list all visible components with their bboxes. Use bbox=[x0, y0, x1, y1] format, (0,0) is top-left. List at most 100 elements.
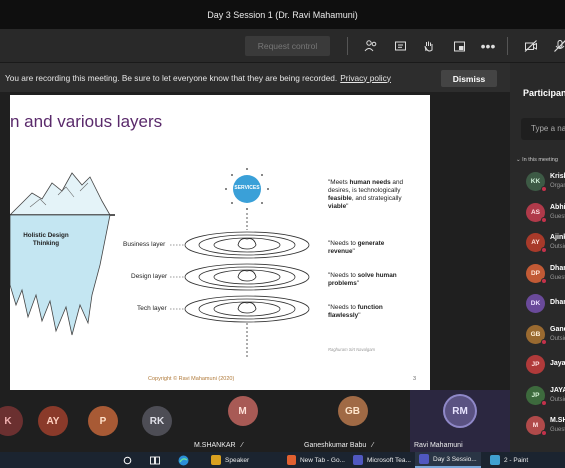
participant-tile[interactable]: RM Ravi Mahamuni bbox=[410, 390, 510, 452]
edge-browser-icon[interactable] bbox=[178, 452, 189, 468]
teams-meeting-window: Day 3 Session 1 (Dr. Ravi Mahamuni) Requ… bbox=[0, 0, 565, 468]
task-view-icon[interactable] bbox=[150, 452, 160, 468]
participants-panel: Participants Type a name ⌄ In this meeti… bbox=[510, 63, 565, 452]
iceberg-tip bbox=[10, 172, 111, 216]
participant-role: Guest bbox=[550, 274, 565, 281]
participant-name: M.SHANKAR ⁄ bbox=[194, 442, 243, 449]
participant-avatar[interactable]: P bbox=[88, 406, 118, 436]
image-credit: Raghuram Sirt Navalgam bbox=[328, 347, 376, 352]
participant-name: Abhishek bbox=[550, 203, 565, 211]
participant-name: M.SHANKAR bbox=[550, 417, 565, 424]
participant-name: Ravi Mahamuni bbox=[414, 442, 463, 449]
status-dot bbox=[541, 430, 547, 436]
slide-quote: "Needs to solve human problems" bbox=[328, 272, 397, 287]
slide-footer: Copyright © Ravi Mahamuni (2020) bbox=[148, 376, 235, 382]
participant-role: Outside bbox=[550, 396, 565, 403]
mic-off-icon[interactable] bbox=[551, 37, 565, 55]
taskbar-item-label: New Tab - Go... bbox=[299, 456, 345, 464]
participant-list-item[interactable]: GBGaneshkumarOutside bbox=[510, 322, 565, 350]
share-tray-icon[interactable] bbox=[450, 37, 468, 55]
app-icon bbox=[287, 455, 296, 465]
participant-search-input[interactable]: Type a name bbox=[521, 118, 565, 140]
slide-quote: "Needs to generate revenue" bbox=[328, 240, 385, 255]
taskbar-item[interactable]: Microsoft Tea... bbox=[349, 452, 411, 468]
taskbar-item-label: 2 - Paint bbox=[504, 456, 529, 464]
window-title: Day 3 Session 1 (Dr. Ravi Mahamuni) bbox=[207, 9, 358, 20]
windows-taskbar: Speaker New Tab - Go... Microsoft Tea... Da… bbox=[0, 452, 565, 468]
participants-icon[interactable] bbox=[362, 37, 380, 55]
app-icon bbox=[490, 455, 500, 465]
taskbar-item-label: Day 3 Sessio... bbox=[433, 455, 477, 463]
app-icon bbox=[419, 454, 429, 464]
status-dot bbox=[541, 247, 547, 253]
participant-avatar: M bbox=[227, 396, 258, 426]
layer-label: Business layer bbox=[123, 241, 166, 248]
participant-avatar[interactable]: AY bbox=[38, 406, 68, 436]
participant-name: Dhanesh bbox=[550, 299, 565, 306]
slide-quote: "Meets human needs and desires, is techn… bbox=[328, 179, 404, 210]
taskbar-item[interactable]: Day 3 Sessio... bbox=[415, 452, 481, 468]
participant-name: Ajinkya bbox=[550, 234, 565, 241]
participant-name: Dhanashri bbox=[550, 264, 565, 272]
in-meeting-section-header[interactable]: ⌄ In this meeting bbox=[516, 157, 558, 163]
toolbar-divider bbox=[347, 37, 348, 55]
privacy-policy-link[interactable]: Privacy policy bbox=[340, 73, 391, 83]
participant-name: JAYA bbox=[550, 386, 565, 394]
taskbar-item[interactable]: 2 - Paint bbox=[486, 452, 565, 468]
status-dot bbox=[541, 399, 547, 406]
status-dot bbox=[541, 338, 547, 345]
meeting-toolbar: Request control ••• bbox=[0, 29, 565, 63]
shared-slide: n and various layers Holistic Design Thi… bbox=[10, 95, 430, 390]
app-icon bbox=[211, 455, 221, 465]
participant-list-item[interactable]: JPJAYAOutside bbox=[510, 383, 565, 411]
stage-margin bbox=[0, 92, 10, 390]
mic-off-icon: ⁄ bbox=[239, 442, 243, 449]
mic-off-icon: ⁄ bbox=[370, 442, 374, 449]
panel-title: Participants bbox=[523, 88, 565, 98]
taskbar-item-label: Speaker bbox=[225, 456, 250, 464]
participant-avatar: DK bbox=[526, 294, 545, 313]
participant-list-item[interactable]: ASAbhishekGuest bbox=[510, 200, 565, 228]
participant-list-item[interactable]: DK Dhanesh bbox=[510, 291, 565, 319]
participant-role: Guest bbox=[550, 213, 565, 220]
status-dot bbox=[541, 277, 547, 284]
participant-list-item[interactable]: AYAjinkyaOutside bbox=[510, 230, 565, 258]
search-icon[interactable] bbox=[123, 452, 132, 468]
taskbar-item[interactable]: New Tab - Go... bbox=[283, 452, 345, 468]
participant-name: Ganeshkumar Babu ⁄ bbox=[304, 442, 374, 449]
participant-list-item[interactable]: DPDhanashriGuest bbox=[510, 261, 565, 289]
recording-banner: You are recording this meeting. Be sure … bbox=[0, 63, 510, 92]
layer-label: Tech layer bbox=[137, 305, 167, 312]
participant-tile[interactable]: GB Ganeshkumar Babu ⁄ bbox=[300, 390, 405, 452]
participant-list-item[interactable]: MM.SHANKARGuest bbox=[510, 413, 565, 441]
participant-name: Ganeshkumar bbox=[550, 325, 565, 333]
participant-avatar: JP bbox=[526, 355, 545, 374]
chat-icon[interactable] bbox=[391, 37, 409, 55]
participant-list-item[interactable]: KKKrishnaOrganizer bbox=[510, 169, 565, 197]
toolbar-divider bbox=[507, 37, 508, 55]
taskbar-item-label: Microsoft Tea... bbox=[367, 456, 411, 464]
camera-off-icon[interactable] bbox=[522, 37, 540, 55]
participant-role: Organizer bbox=[550, 183, 565, 189]
slide-quote: "Needs to function flawlessly" bbox=[328, 304, 383, 319]
section-label: In this meeting bbox=[522, 157, 558, 163]
layer-label: Design layer bbox=[131, 273, 168, 280]
participant-list-item[interactable]: JP Jayant bbox=[510, 352, 565, 380]
stage-margin bbox=[430, 92, 510, 390]
status-dot bbox=[541, 186, 547, 192]
slide-page-number: 3 bbox=[413, 376, 417, 382]
raise-hand-icon[interactable] bbox=[419, 37, 437, 55]
more-options-icon[interactable]: ••• bbox=[479, 37, 497, 55]
app-icon bbox=[353, 455, 363, 465]
participant-tile[interactable]: M M.SHANKAR ⁄ bbox=[190, 390, 295, 452]
dismiss-button[interactable]: Dismiss bbox=[441, 70, 497, 87]
participant-avatar: GB bbox=[337, 396, 368, 426]
participant-name: Krishna bbox=[550, 173, 565, 180]
participant-avatar[interactable]: RK bbox=[142, 406, 172, 436]
recording-message: You are recording this meeting. Be sure … bbox=[5, 72, 338, 83]
window-titlebar: Day 3 Session 1 (Dr. Ravi Mahamuni) bbox=[0, 0, 565, 29]
taskbar-item[interactable]: Speaker bbox=[207, 452, 277, 468]
request-control-button[interactable]: Request control bbox=[245, 36, 330, 56]
participant-role: Outside bbox=[550, 244, 565, 250]
services-label: SERVICES bbox=[234, 185, 260, 191]
